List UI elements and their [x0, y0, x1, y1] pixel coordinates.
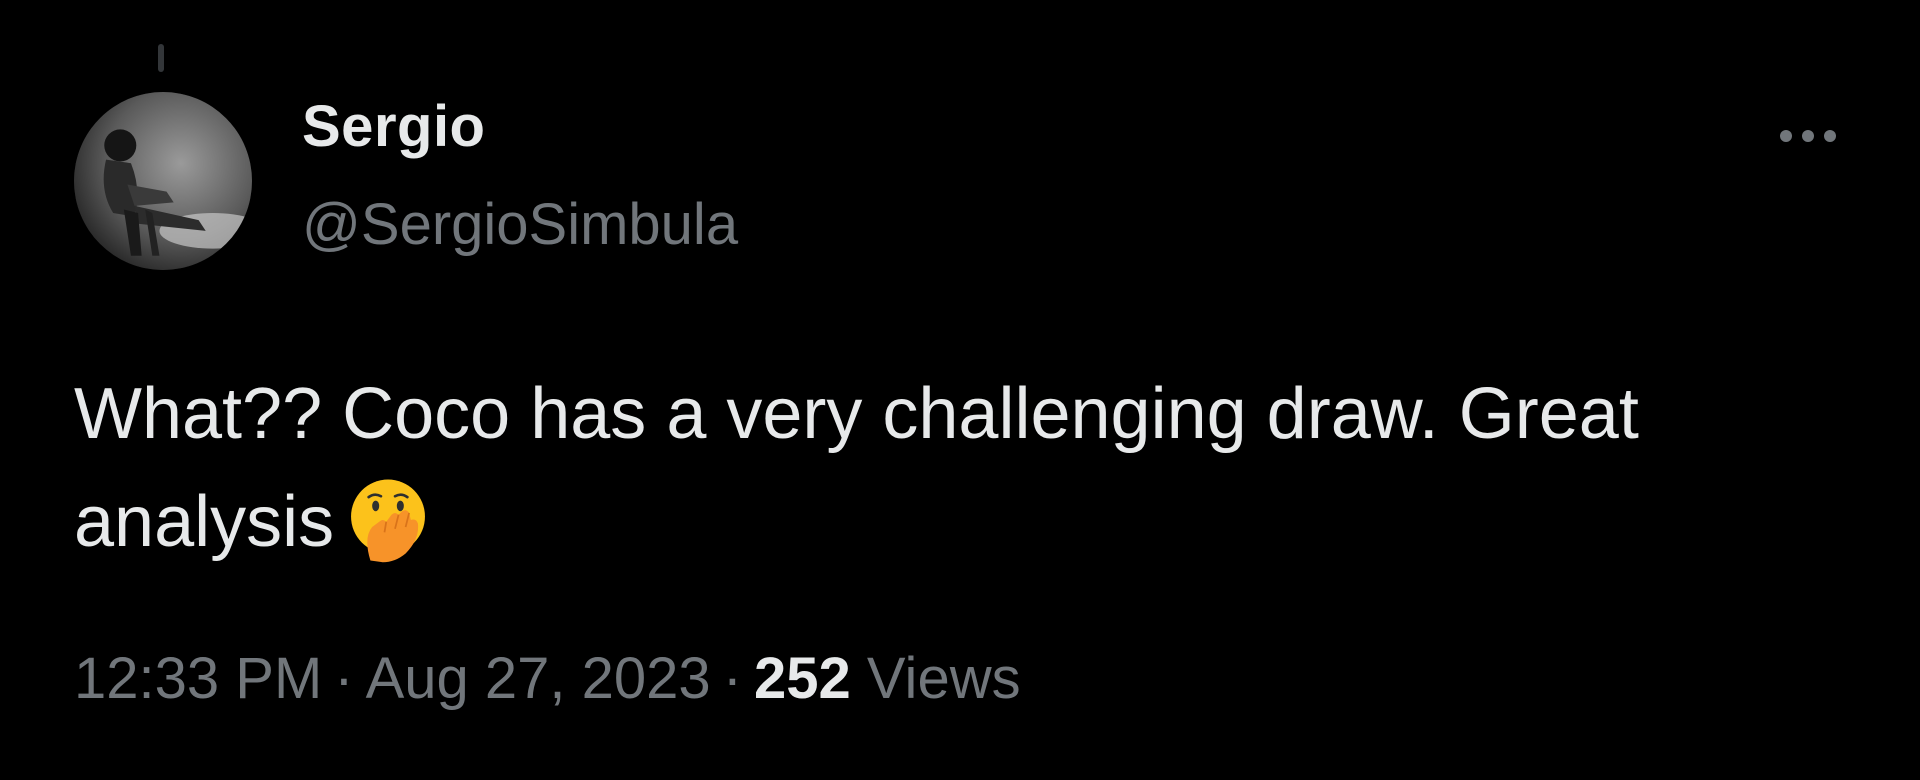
author-display-name[interactable]: Sergio	[302, 98, 486, 156]
tweet-time[interactable]: 12:33 PM	[74, 646, 322, 711]
tweet-meta: 12:33 PM · Aug 27, 2023 · 252 Views	[74, 644, 1021, 714]
avatar[interactable]	[74, 92, 252, 270]
author-handle[interactable]: @SergioSimbula	[302, 196, 738, 254]
tweet-text: What?? Coco has a very challenging draw.…	[74, 360, 1774, 576]
tweet-date[interactable]: Aug 27, 2023	[366, 646, 711, 711]
face-with-hand-over-mouth-icon	[351, 479, 426, 563]
more-horizontal-icon	[1780, 130, 1836, 142]
meta-separator: ·	[722, 646, 743, 711]
tweet-text-content: What?? Coco has a very challenging draw.…	[74, 374, 1639, 562]
views-label: Views	[866, 646, 1021, 711]
meta-separator: ·	[334, 646, 354, 711]
thread-connector-line	[158, 44, 164, 72]
avatar-photo	[74, 92, 252, 270]
more-options-button[interactable]	[1772, 112, 1844, 160]
views-count: 252	[754, 646, 851, 711]
